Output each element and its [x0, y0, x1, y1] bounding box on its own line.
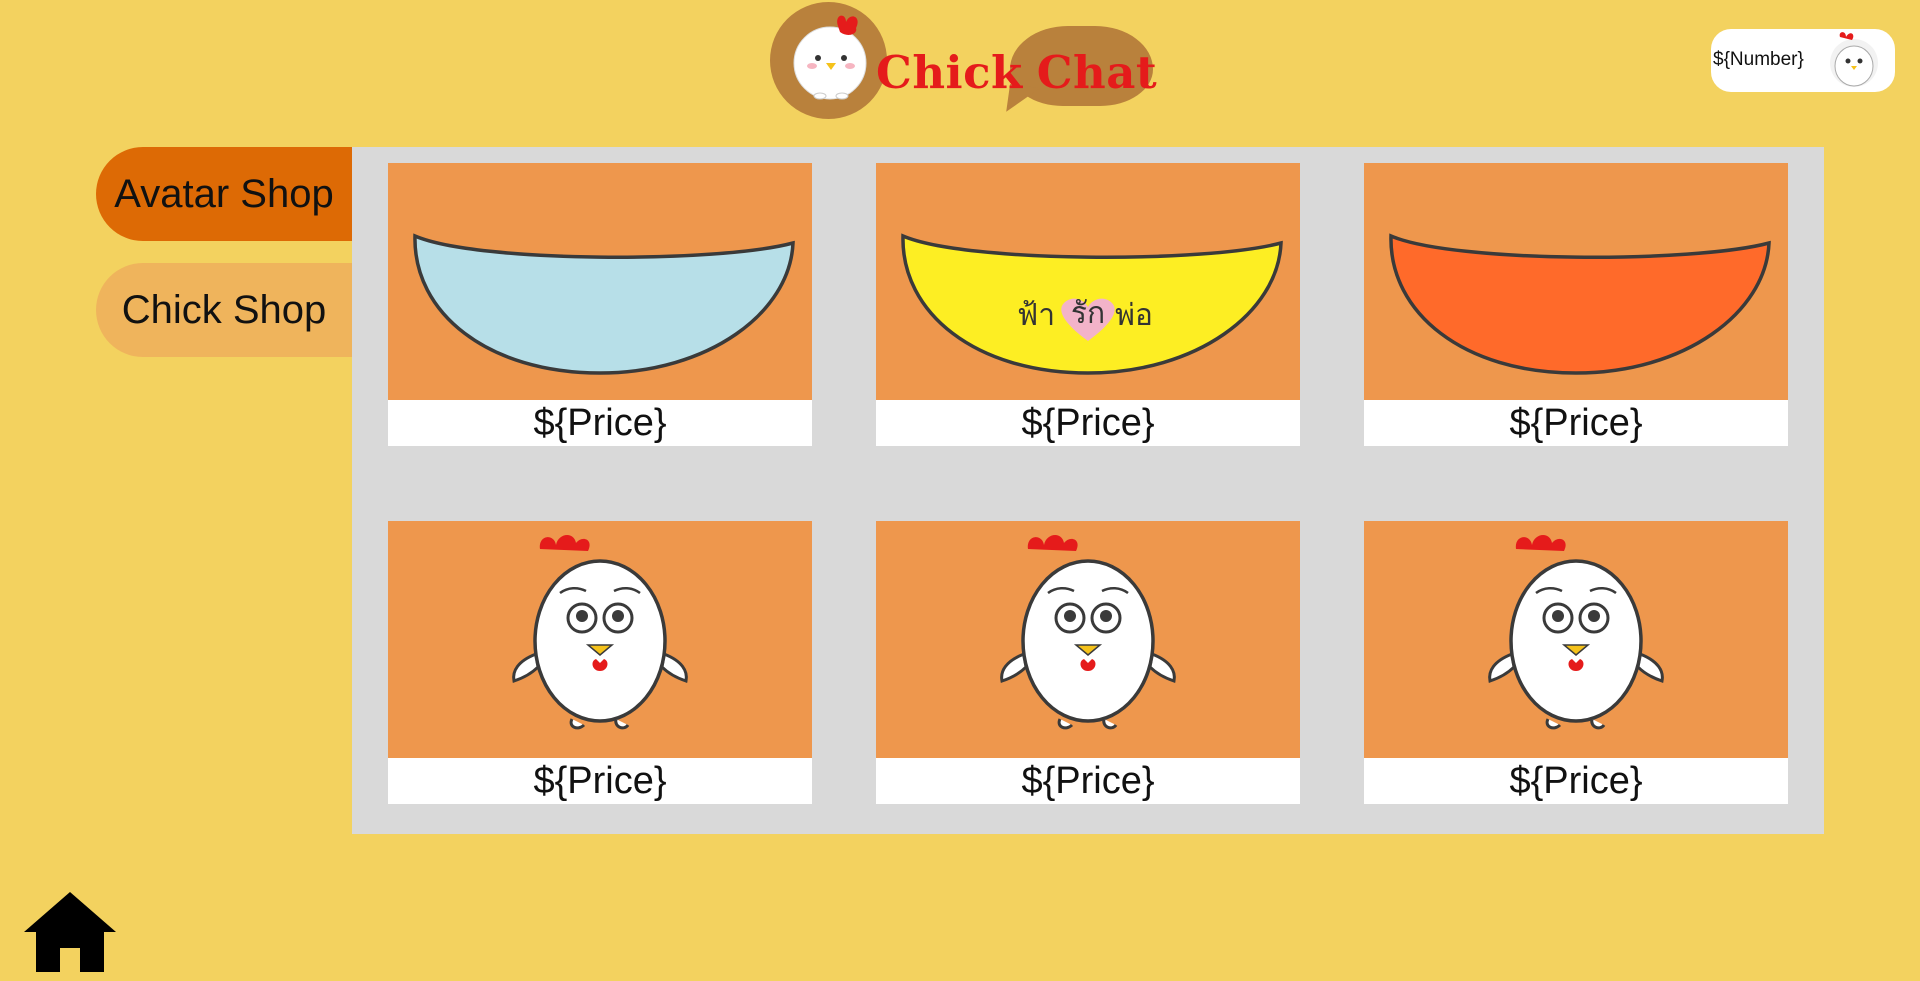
- item-price: ${Price}: [1364, 400, 1788, 446]
- bowl-text-1: ฟ้า: [1017, 298, 1055, 333]
- user-number: ${Number}: [1713, 49, 1804, 70]
- app-logo: Chick Chat: [770, 2, 1157, 120]
- item-image: ฟ้า รัก พ่อ: [876, 163, 1300, 400]
- item-price: ${Price}: [388, 758, 812, 804]
- chick-icon: [512, 534, 688, 730]
- tab-avatar-shop[interactable]: Avatar Shop: [96, 147, 352, 241]
- chick-icon: [1000, 534, 1176, 730]
- chick-avatar-icon: [1830, 32, 1878, 87]
- shop-item-card[interactable]: ${Price}: [876, 521, 1300, 804]
- user-number-badge[interactable]: ${Number}: [1711, 29, 1895, 92]
- shop-item-card[interactable]: ${Price}: [388, 163, 812, 446]
- item-image: [388, 163, 812, 400]
- logo-word-chick: Chick: [876, 46, 1023, 99]
- shop-item-card[interactable]: ${Price}: [1364, 163, 1788, 446]
- item-image: [1364, 521, 1788, 758]
- item-price: ${Price}: [1364, 758, 1788, 804]
- tab-chick-shop[interactable]: Chick Shop: [96, 263, 352, 357]
- logo-title: Chick Chat: [876, 46, 1157, 99]
- shop-panel: ${Price} ฟ้า รัก พ่อ ${Price} ${Price} $…: [352, 147, 1824, 834]
- item-image: [1364, 163, 1788, 400]
- item-image: [388, 521, 812, 758]
- chick-icon: [1488, 534, 1664, 730]
- bowl-icon: [413, 233, 795, 375]
- shop-item-card[interactable]: ${Price}: [1364, 521, 1788, 804]
- item-price: ${Price}: [876, 758, 1300, 804]
- shop-item-card[interactable]: ${Price}: [388, 521, 812, 804]
- item-price: ${Price}: [876, 400, 1300, 446]
- bowl-text-3: พ่อ: [1115, 298, 1153, 333]
- item-image: [876, 521, 1300, 758]
- shop-item-card[interactable]: ฟ้า รัก พ่อ ${Price}: [876, 163, 1300, 446]
- bowl-text-2: รัก: [1071, 296, 1105, 331]
- bowl-icon: ฟ้า รัก พ่อ: [901, 233, 1283, 375]
- chick-logo-icon: [793, 15, 867, 100]
- home-icon[interactable]: [24, 890, 116, 972]
- item-price: ${Price}: [388, 400, 812, 446]
- bowl-icon: [1389, 233, 1771, 375]
- logo-word-chat: Chat: [1036, 46, 1158, 99]
